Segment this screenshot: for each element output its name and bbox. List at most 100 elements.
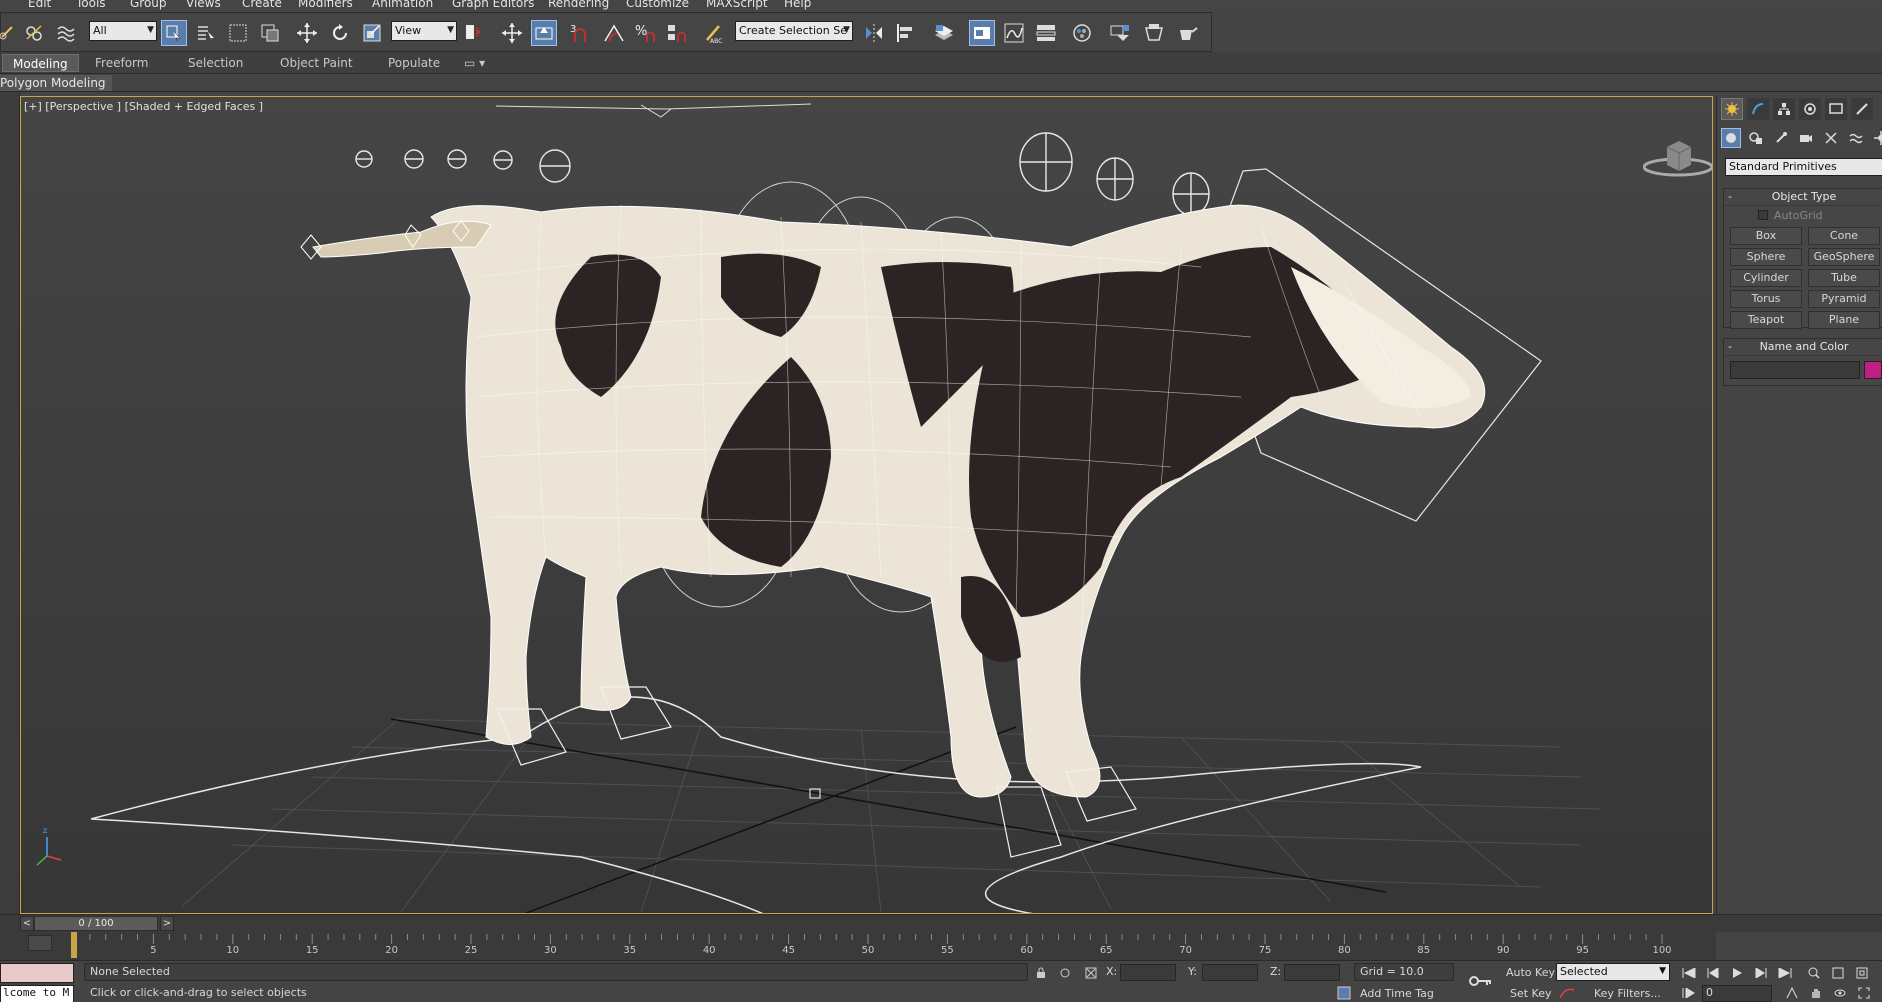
key-mode-toggle-icon[interactable]: [1680, 985, 1698, 1001]
menu-modifiers[interactable]: Modifiers: [298, 0, 353, 10]
menu-graph-editors[interactable]: Graph Editors: [452, 0, 534, 10]
tube-button[interactable]: Tube: [1808, 269, 1880, 287]
time-tag-icon[interactable]: [1336, 985, 1352, 1001]
toggle-ribbon-icon[interactable]: [969, 20, 995, 46]
align-icon[interactable]: [893, 20, 919, 46]
geometry-icon[interactable]: [1721, 128, 1741, 148]
menu-tools[interactable]: Tools: [76, 0, 106, 10]
pivot-center-icon[interactable]: [461, 20, 487, 46]
menu-create[interactable]: Create: [242, 0, 282, 10]
maxscript-listener[interactable]: lcome to M: [0, 963, 74, 1002]
lock-icon[interactable]: [1034, 965, 1048, 981]
display-tab[interactable]: [1825, 98, 1847, 120]
time-slider-prev[interactable]: <: [20, 916, 34, 931]
track-bar[interactable]: 5 10 15 20 25 30 35 40 45 50 55 60 65 70 75 80 85 90 95 100: [0, 932, 1716, 960]
scale-icon[interactable]: [359, 20, 385, 46]
z-coord-input[interactable]: [1284, 964, 1340, 981]
modify-tab[interactable]: [1747, 98, 1769, 120]
viewport-label[interactable]: [+] [Perspective ] [Shaded + Edged Faces…: [24, 100, 263, 113]
menu-customize[interactable]: Customize: [626, 0, 689, 10]
shapes-icon[interactable]: [1746, 128, 1766, 148]
menu-maxscript[interactable]: MAXScript: [706, 0, 768, 10]
rect-selection-region-icon[interactable]: [225, 20, 251, 46]
unlink-icon[interactable]: [21, 20, 47, 46]
angle-snap-icon[interactable]: [601, 20, 627, 46]
next-frame-icon[interactable]: [1752, 965, 1770, 981]
menu-views[interactable]: Views: [186, 0, 221, 10]
polygon-modeling-panel-label[interactable]: Polygon Modeling: [0, 75, 112, 91]
cameras-icon[interactable]: [1796, 128, 1816, 148]
object-name-field[interactable]: [1730, 361, 1860, 379]
sphere-button[interactable]: Sphere: [1730, 248, 1802, 266]
cow-model[interactable]: [300, 204, 1486, 858]
move-icon[interactable]: [294, 20, 320, 46]
time-slider-thumb[interactable]: 0 / 100: [34, 916, 158, 931]
play-icon[interactable]: [1728, 965, 1746, 981]
link-icon[interactable]: [0, 20, 21, 46]
lights-icon[interactable]: [1771, 128, 1791, 148]
percent-snap-icon[interactable]: %: [633, 20, 659, 46]
select-and-manipulate-icon[interactable]: [499, 20, 525, 46]
pan-icon[interactable]: [1808, 985, 1824, 1001]
object-color-swatch[interactable]: [1864, 361, 1882, 379]
previous-frame-icon[interactable]: [1704, 965, 1722, 981]
isolate-icon[interactable]: [1058, 965, 1072, 981]
key-filters-button[interactable]: Key Filters...: [1594, 987, 1661, 1000]
hierarchy-tab[interactable]: [1773, 98, 1795, 120]
object-category-dropdown[interactable]: Standard Primitives: [1725, 158, 1882, 176]
y-coord-input[interactable]: [1202, 964, 1258, 981]
go-to-start-icon[interactable]: [1680, 965, 1698, 981]
cylinder-button[interactable]: Cylinder: [1730, 269, 1802, 287]
tab-modeling[interactable]: Modeling: [2, 54, 79, 72]
select-by-name-icon[interactable]: [193, 20, 219, 46]
viewport-scene[interactable]: z: [21, 97, 1713, 914]
current-frame-marker[interactable]: [71, 932, 77, 958]
torus-button[interactable]: Torus: [1730, 290, 1802, 308]
menu-edit[interactable]: Edit: [28, 0, 51, 10]
render-production-icon[interactable]: [1175, 20, 1201, 46]
auto-key-button[interactable]: Auto Key: [1506, 966, 1555, 979]
teapot-button[interactable]: Teapot: [1730, 311, 1802, 329]
create-tab[interactable]: [1721, 98, 1743, 120]
box-button[interactable]: Box: [1730, 227, 1802, 245]
object-type-header[interactable]: - Object Type: [1724, 189, 1882, 206]
tab-freeform[interactable]: Freeform: [85, 54, 158, 72]
helpers-icon[interactable]: [1821, 128, 1841, 148]
selection-filter-dropdown[interactable]: All ▼: [89, 21, 157, 41]
menu-rendering[interactable]: Rendering: [548, 0, 609, 10]
ribbon-options-button[interactable]: ▭ ▾: [460, 54, 489, 72]
autogrid-checkbox[interactable]: AutoGrid: [1758, 209, 1823, 222]
key-mode-dropdown[interactable]: Selected ▼: [1556, 963, 1670, 981]
zoom-extents-icon[interactable]: [1854, 965, 1870, 981]
orbit-icon[interactable]: [1832, 985, 1848, 1001]
key-icon[interactable]: [1468, 973, 1494, 989]
perspective-viewport[interactable]: z [+] [Perspective ] [Shaded + Edged Fac…: [20, 96, 1713, 914]
top-controller-spline[interactable]: [495, 103, 812, 118]
rendered-frame-window-icon[interactable]: [1141, 20, 1167, 46]
plane-button[interactable]: Plane: [1808, 311, 1880, 329]
edit-named-selections-icon[interactable]: ABC: [701, 20, 727, 46]
keyboard-shortcut-override-icon[interactable]: [531, 20, 557, 46]
set-key-button[interactable]: Set Key: [1510, 987, 1552, 1000]
name-and-color-header[interactable]: - Name and Color: [1724, 339, 1882, 356]
time-slider[interactable]: < 0 / 100 >: [0, 914, 1882, 932]
utilities-tab[interactable]: [1851, 98, 1873, 120]
field-of-view-icon[interactable]: [1784, 985, 1800, 1001]
viewcube-icon[interactable]: [1642, 133, 1712, 183]
snaps-toggle-icon[interactable]: 3: [569, 20, 595, 46]
time-slider-next[interactable]: >: [160, 916, 174, 931]
curve-editor-icon[interactable]: [1001, 20, 1027, 46]
zoom-all-icon[interactable]: [1830, 965, 1846, 981]
select-object-icon[interactable]: [161, 20, 187, 46]
reference-coordinate-dropdown[interactable]: View ▼: [391, 21, 457, 41]
systems-icon[interactable]: [1871, 128, 1882, 148]
rotate-icon[interactable]: [327, 20, 353, 46]
mirror-icon[interactable]: [861, 20, 887, 46]
menu-group[interactable]: Group: [130, 0, 167, 10]
material-editor-icon[interactable]: [1069, 20, 1095, 46]
schematic-view-icon[interactable]: [1033, 20, 1059, 46]
zoom-icon[interactable]: [1806, 965, 1822, 981]
maxscript-output-field[interactable]: [0, 963, 74, 983]
motion-tab[interactable]: [1799, 98, 1821, 120]
menu-help[interactable]: Help: [784, 0, 811, 10]
